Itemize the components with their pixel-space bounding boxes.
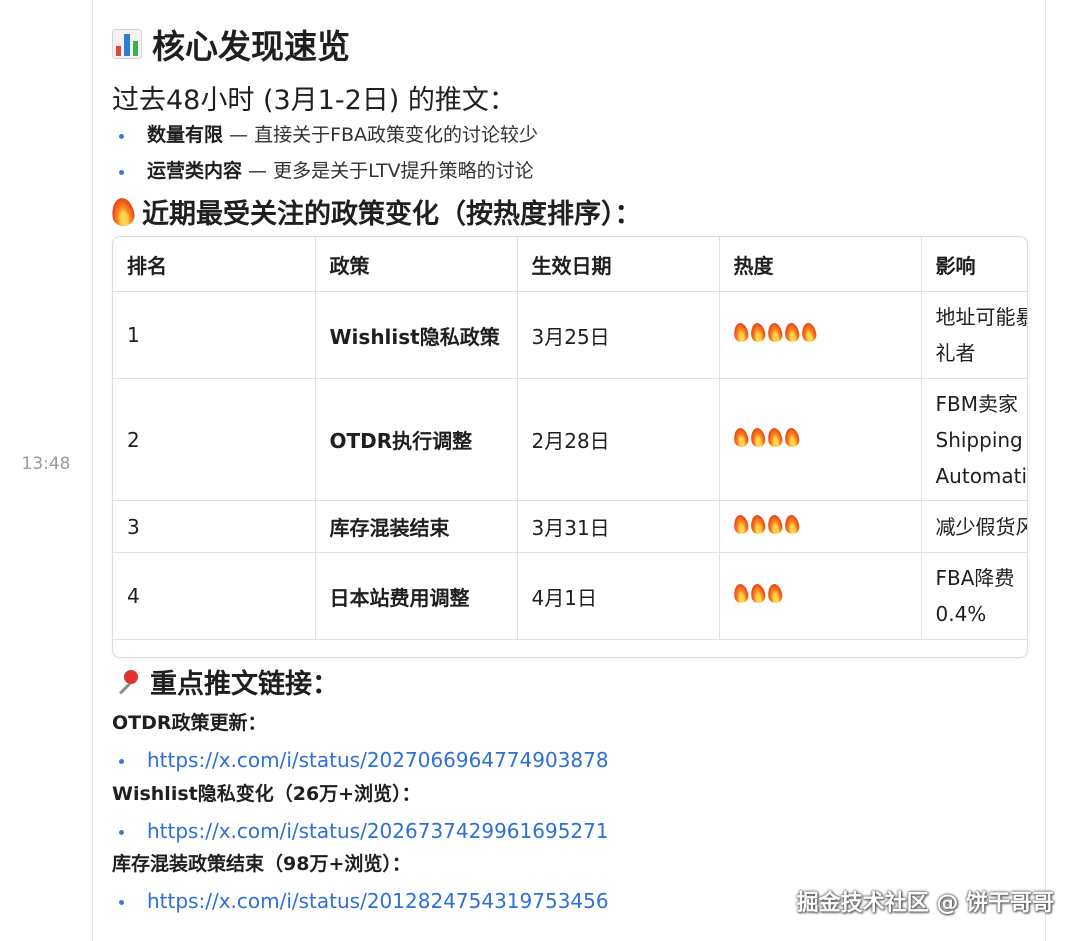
fire-emoji-icon xyxy=(766,513,783,535)
fire-emoji-icon xyxy=(783,426,800,448)
date-cell: 4月1日 xyxy=(517,552,720,640)
fire-emoji-icon xyxy=(749,513,766,535)
impact-cell: 地址可能暴 礼者 xyxy=(921,291,1028,379)
list-item-bold: 运营类内容 xyxy=(147,160,243,182)
table-body: 1 Wishlist隐私政策 3月25日 地址可能暴 礼者 2 OTDR执行调整 2月28日… xyxy=(113,291,1028,640)
link-group: 库存混装政策结束（98万+浏览）： https://x.com/i/status… xyxy=(112,849,609,913)
policy-cell: OTDR执行调整 xyxy=(315,378,518,501)
links-heading-text: 重点推文链接： xyxy=(150,669,339,700)
subtitle: 过去48小时 (3月1-2日) 的推文： xyxy=(112,85,516,116)
list-item: 数量有限 — 直接关于FBA政策变化的讨论较少 xyxy=(112,119,538,155)
table-row: 3 库存混装结束 3月31日 减少假货风 xyxy=(113,500,1028,553)
section-title-text: 核心发现速览 xyxy=(152,27,350,66)
fire-emoji-icon xyxy=(732,513,749,535)
table-row: 4 日本站费用调整 4月1日 FBA降费 0.4% xyxy=(113,552,1027,640)
link-group: Wishlist隐私变化（26万+浏览）： https://x.com/i/st… xyxy=(112,779,609,843)
fire-emoji-icon xyxy=(732,322,749,343)
links-heading: 重点推文链接： xyxy=(112,662,339,701)
table-row: 2 OTDR执行调整 2月28日 FBM卖家 Shipping Automati xyxy=(113,378,1028,501)
rank-cell: 4 xyxy=(113,552,316,640)
fire-emoji-icon xyxy=(783,322,800,343)
table-header-row: 排名 政策 生效日期 热度 影响 xyxy=(113,237,1027,292)
link-label: OTDR政策更新： xyxy=(112,712,267,734)
date-cell: 3月31日 xyxy=(517,500,720,553)
fire-emoji-icon xyxy=(110,196,136,227)
fire-emoji-icon xyxy=(749,583,766,604)
header-date: 生效日期 xyxy=(517,237,720,292)
fire-emoji-icon xyxy=(732,426,749,448)
heat-rating xyxy=(732,583,783,604)
fire-emoji-icon xyxy=(766,322,783,343)
fire-emoji-icon xyxy=(766,426,783,448)
date-cell: 2月28日 xyxy=(517,378,720,501)
list-item: https://x.com/i/status/20270669647749038… xyxy=(112,748,609,772)
fire-emoji-icon xyxy=(766,583,783,604)
rank-cell: 2 xyxy=(113,378,316,501)
list-item-text: — 更多是关于LTV提升策略的讨论 xyxy=(242,160,534,182)
policy-cell: Wishlist隐私政策 xyxy=(315,291,518,379)
fire-emoji-icon xyxy=(800,322,817,343)
message-gutter: 13:48 xyxy=(0,0,93,941)
policy-table-scroller[interactable]: 排名 政策 生效日期 热度 影响 1 Wishlist隐私政策 3月25日 地址可能暴… xyxy=(112,236,1028,658)
impact-cell: 减少假货风 xyxy=(921,500,1028,553)
list-item: https://x.com/i/status/20267374299616952… xyxy=(112,819,609,843)
fire-emoji-icon xyxy=(732,583,749,604)
link-label: 库存混装政策结束（98万+浏览）： xyxy=(112,853,411,875)
heat-rating xyxy=(732,426,800,448)
table-row: 1 Wishlist隐私政策 3月25日 地址可能暴 礼者 xyxy=(113,291,1028,379)
tweet-link[interactable]: https://x.com/i/status/20270669647749038… xyxy=(147,748,609,772)
impact-text: 减少假货风 xyxy=(935,514,1028,539)
header-rank: 排名 xyxy=(113,237,316,292)
list-item-bold: 数量有限 xyxy=(147,124,224,146)
header-heat: 热度 xyxy=(719,237,922,292)
policy-cell: 库存混装结束 xyxy=(315,500,518,553)
impact-text: FBA降费 0.4% xyxy=(935,566,1015,626)
heat-rating xyxy=(732,322,817,343)
rank-cell: 3 xyxy=(113,500,316,553)
fire-emoji-icon xyxy=(749,322,766,343)
impact-text: FBM卖家 Shipping Automati xyxy=(935,391,1028,488)
hot-policies-heading: 近期最受关注的政策变化（按热度排序）： xyxy=(110,192,642,231)
heat-cell xyxy=(719,291,922,379)
watermark: 掘金技术社区 @ 饼干哥哥 xyxy=(796,891,1054,916)
link-group: OTDR政策更新： https://x.com/i/status/2027066… xyxy=(112,708,609,772)
policy-cell: 日本站费用调整 xyxy=(315,552,518,640)
pushpin-emoji-icon xyxy=(112,667,142,697)
bar-chart-emoji-icon xyxy=(112,29,142,59)
heat-cell xyxy=(719,500,922,553)
impact-cell: FBA降费 0.4% xyxy=(921,552,1027,640)
chat-page: 13:48 核心发现速览 过去48小时 (3月1-2日) 的推文： 数量有限 —… xyxy=(0,0,1080,941)
heat-cell xyxy=(719,378,922,501)
header-impact: 影响 xyxy=(921,237,1027,292)
tweet-link[interactable]: https://x.com/i/status/20128247543197534… xyxy=(147,889,609,913)
rank-cell: 1 xyxy=(113,291,316,379)
link-label: Wishlist隐私变化（26万+浏览）： xyxy=(112,783,421,805)
list-item: https://x.com/i/status/20128247543197534… xyxy=(112,889,609,913)
heat-cell xyxy=(719,552,922,640)
right-gutter xyxy=(1045,0,1080,941)
policy-table: 排名 政策 生效日期 热度 影响 1 Wishlist隐私政策 3月25日 地址可能暴… xyxy=(113,237,1028,640)
tweet-link[interactable]: https://x.com/i/status/20267374299616952… xyxy=(147,819,609,843)
message-timestamp: 13:48 xyxy=(21,454,71,474)
list-item-text: — 直接关于FBA政策变化的讨论较少 xyxy=(223,124,539,146)
impact-cell: FBM卖家 Shipping Automati xyxy=(921,378,1028,501)
date-cell: 3月25日 xyxy=(517,291,720,379)
heat-rating xyxy=(732,513,800,535)
header-policy: 政策 xyxy=(315,237,518,292)
fire-emoji-icon xyxy=(783,513,800,535)
findings-list: 数量有限 — 直接关于FBA政策变化的讨论较少 运营类内容 — 更多是关于LTV… xyxy=(112,119,538,191)
hot-policies-heading-text: 近期最受关注的政策变化（按热度排序）： xyxy=(142,199,642,230)
fire-emoji-icon xyxy=(749,426,766,448)
section-title: 核心发现速览 xyxy=(112,20,350,68)
list-item: 运营类内容 — 更多是关于LTV提升策略的讨论 xyxy=(112,155,538,191)
impact-text: 地址可能暴 礼者 xyxy=(935,305,1028,365)
